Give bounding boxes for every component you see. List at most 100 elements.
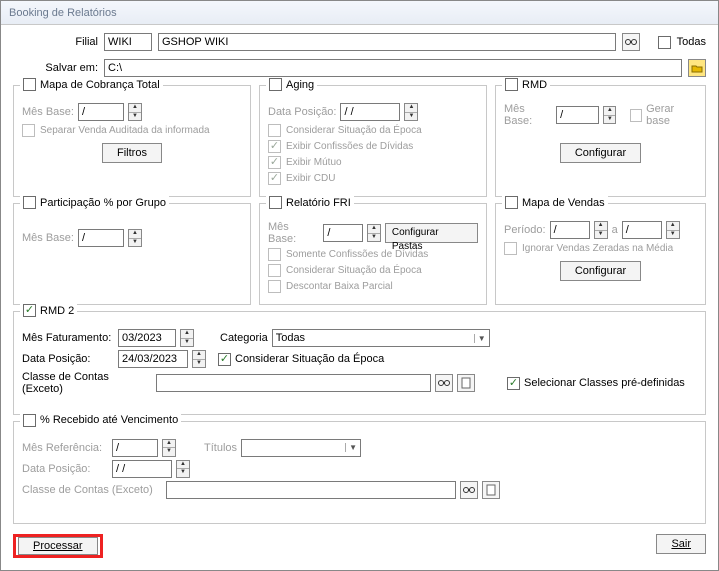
todas-label: Todas [677,36,706,48]
todas-checkbox[interactable] [658,36,671,49]
aging-data-label: Data Posição: [268,106,336,118]
fri-checkbox[interactable] [269,196,282,209]
fri-op2-checkbox[interactable] [268,264,281,277]
fri-op3-checkbox[interactable] [268,280,281,293]
rmd2-panel: RMD 2 Mês Faturamento: 03/2023 ▲▼ Catego… [13,311,706,415]
recebido-mesref-spinner[interactable]: ▲▼ [162,439,176,457]
participacao-checkbox[interactable] [23,196,36,209]
vendas-periodo2-spinner[interactable]: ▲▼ [666,221,680,239]
rmd2-checkbox[interactable] [23,304,36,317]
rmd2-cat-select[interactable]: Todas▼ [272,329,490,347]
aging-checkbox[interactable] [269,78,282,91]
recebido-checkbox[interactable] [23,414,36,427]
rmd-mes-spinner[interactable]: ▲▼ [603,106,616,124]
rmd2-mesfat-input[interactable]: 03/2023 [118,329,176,347]
panel-row-2: Participação % por Grupo Mês Base: / ▲▼ … [13,203,706,305]
salvar-path-input[interactable]: C:\ [104,59,682,77]
vendas-checkbox[interactable] [505,196,518,209]
filial-row: Filial WIKI GSHOP WIKI Todas [13,33,706,51]
cobranca-mes-input[interactable]: / [78,103,124,121]
sair-button[interactable]: Sair [656,534,706,554]
rmd2-mesfat-spinner[interactable]: ▲▼ [180,329,194,347]
rmd-gerar-label: Gerar base [646,103,697,127]
fri-op3-label: Descontar Baixa Parcial [286,281,393,292]
aging-op1-label: Considerar Situação da Época [286,125,422,136]
binoculars-icon[interactable] [622,33,640,51]
rmd-checkbox[interactable] [505,78,518,91]
fri-mes-spinner[interactable]: ▲▼ [367,224,381,242]
participacao-mes-label: Mês Base: [22,232,74,244]
vendas-periodo1-input[interactable]: / [550,221,590,239]
aging-op4-label: Exibir CDU [286,173,335,184]
page-icon[interactable] [457,374,475,392]
rmd-configurar-button[interactable]: Configurar [560,143,641,163]
filial-name-input[interactable]: GSHOP WIKI [158,33,616,51]
chevron-down-icon: ▼ [345,443,357,452]
cobranca-legend: Mapa de Cobrança Total [40,79,160,91]
aging-op3-label: Exibir Mútuo [286,157,342,168]
filtros-button[interactable]: Filtros [102,143,162,163]
filial-code-input[interactable]: WIKI [104,33,152,51]
recebido-datapos-spinner[interactable]: ▲▼ [176,460,190,478]
fri-legend: Relatório FRI [286,197,351,209]
cobranca-checkbox[interactable] [23,78,36,91]
aging-op2-checkbox[interactable] [268,140,281,153]
fri-op1-checkbox[interactable] [268,248,281,261]
vendas-ignorar-checkbox[interactable] [504,242,517,255]
fri-mes-input[interactable]: / [323,224,363,242]
recebido-titulos-label: Títulos [204,442,237,454]
recebido-mesref-input[interactable]: / [112,439,158,457]
recebido-panel: % Recebido até Vencimento Mês Referência… [13,421,706,525]
rmd-gerar-checkbox[interactable] [630,109,642,122]
fri-mes-label: Mês Base: [268,221,319,245]
recebido-datapos-input[interactable]: / / [112,460,172,478]
rmd2-mesfat-label: Mês Faturamento: [22,332,114,344]
vendas-a-label: a [612,224,618,236]
binoculars-icon[interactable] [460,481,478,499]
participacao-mes-input[interactable]: / [78,229,124,247]
aging-op1-checkbox[interactable] [268,124,281,137]
rmd2-considerar-checkbox[interactable] [218,353,231,366]
rmd-legend: RMD [522,79,547,91]
fri-panel: Relatório FRI Mês Base: / ▲▼ Configurar … [259,203,487,305]
rmd-panel: RMD Mês Base: / ▲▼ Gerar base Configurar [495,85,706,197]
processar-highlight: Processar [13,534,103,558]
recebido-datapos-label: Data Posição: [22,463,108,475]
rmd2-classe-input[interactable] [156,374,431,392]
aging-panel: Aging Data Posição: / / ▲▼ Considerar Si… [259,85,487,197]
aging-op3-checkbox[interactable] [268,156,281,169]
vendas-periodo2-input[interactable]: / [622,221,662,239]
vendas-ignorar-label: Ignorar Vendas Zeradas na Média [522,243,673,254]
fri-cfg-button[interactable]: Configurar Pastas [385,223,478,243]
aging-legend: Aging [286,79,314,91]
rmd-mes-label: Mês Base: [504,103,552,127]
binoculars-icon[interactable] [435,374,453,392]
page-icon[interactable] [482,481,500,499]
recebido-titulos-select[interactable]: ▼ [241,439,361,457]
folder-icon[interactable] [688,59,706,77]
vendas-cfg-button[interactable]: Configurar [560,261,641,281]
vendas-periodo-label: Período: [504,224,546,236]
recebido-legend: % Recebido até Vencimento [40,414,178,426]
filial-label: Filial [13,36,98,48]
rmd2-datapos-input[interactable]: 24/03/2023 [118,350,188,368]
rmd-mes-input[interactable]: / [556,106,599,124]
salvar-label: Salvar em: [13,62,98,74]
fri-op2-label: Considerar Situação da Época [286,265,422,276]
cobranca-mes-spinner[interactable]: ▲▼ [128,103,142,121]
aging-op2-label: Exibir Confissões de Dívidas [286,141,413,152]
aging-data-spinner[interactable]: ▲▼ [404,103,418,121]
rmd2-selecionar-checkbox[interactable] [507,377,520,390]
cobranca-separar-checkbox[interactable] [22,124,35,137]
processar-button[interactable]: Processar [18,537,98,555]
rmd2-selecionar-label: Selecionar Classes pré-definidas [524,377,685,389]
vendas-legend: Mapa de Vendas [522,197,605,209]
aging-op4-checkbox[interactable] [268,172,281,185]
vendas-periodo1-spinner[interactable]: ▲▼ [594,221,608,239]
recebido-classe-label: Classe de Contas (Exceto) [22,484,162,496]
rmd2-datapos-spinner[interactable]: ▲▼ [192,350,206,368]
window-title: Booking de Relatórios [1,1,718,25]
participacao-mes-spinner[interactable]: ▲▼ [128,229,142,247]
aging-data-input[interactable]: / / [340,103,400,121]
recebido-classe-input[interactable] [166,481,456,499]
